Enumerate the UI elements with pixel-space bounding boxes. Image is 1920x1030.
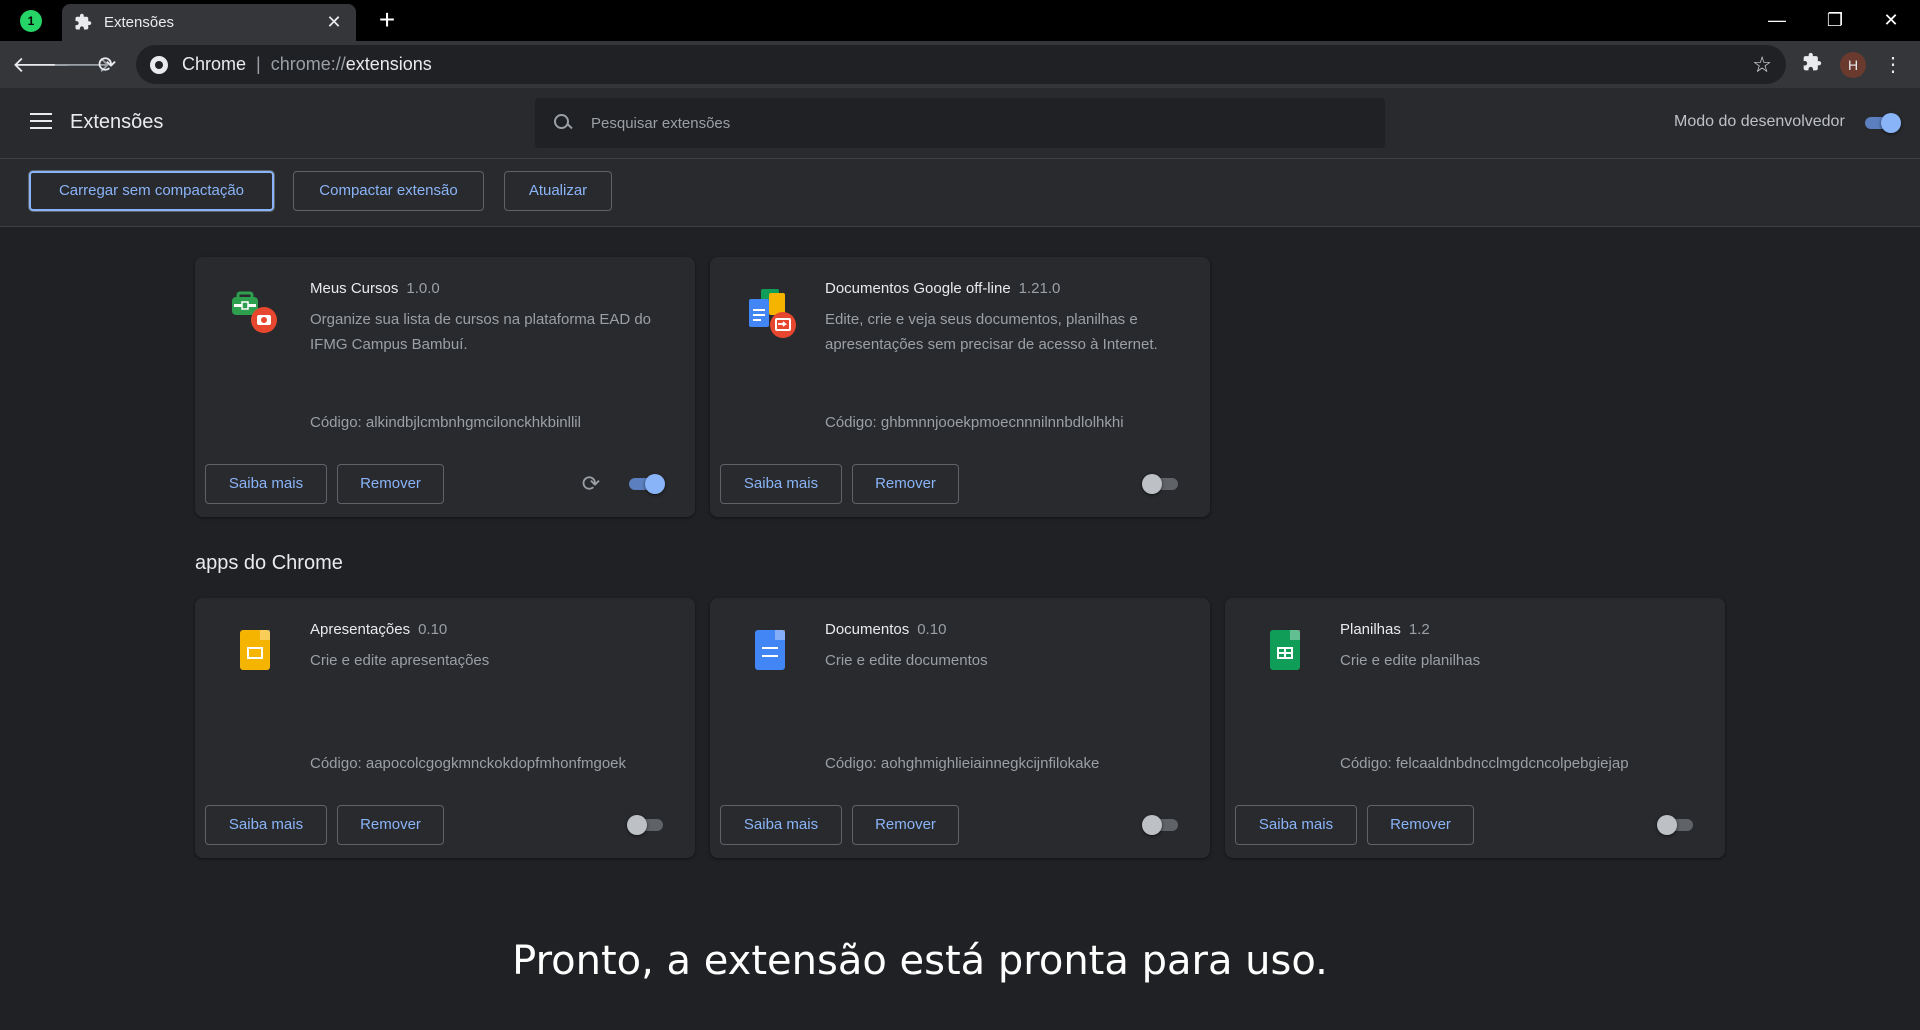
app-card-slides: Apresentações 0.10 Crie e edite apresenta… <box>195 598 695 858</box>
app-id: Código: felcaaldnbdncclmgdcncolpebgiejap <box>1340 755 1629 772</box>
enable-toggle[interactable] <box>627 473 665 495</box>
extension-name-line: Documentos Google off-line 1.21.0 <box>825 280 1060 297</box>
enable-toggle[interactable] <box>627 814 665 836</box>
url-scheme: chrome:// <box>270 54 346 74</box>
update-button[interactable]: Atualizar <box>504 171 612 211</box>
enable-toggle[interactable] <box>1657 814 1695 836</box>
extensions-puzzle-icon[interactable] <box>1799 52 1825 78</box>
tab-extensions[interactable]: Extensões ✕ <box>62 4 356 41</box>
app-name: Planilhas <box>1340 621 1401 638</box>
remove-button[interactable]: Remover <box>852 464 959 504</box>
bookmark-star-icon[interactable]: ☆ <box>1752 52 1772 78</box>
app-name: Apresentações <box>310 621 411 638</box>
details-button[interactable]: Saiba mais <box>720 464 842 504</box>
slides-icon <box>230 628 286 684</box>
card-footer: Saiba mais Remover ⟳ <box>195 447 695 517</box>
url-path: extensions <box>345 54 432 74</box>
apps-section-title: apps do Chrome <box>195 552 343 574</box>
app-description: Crie e edite documentos <box>825 652 988 669</box>
omnibox-chip: Chrome <box>182 54 247 74</box>
address-bar[interactable]: Chrome | chrome:// extensions ☆ <box>136 45 1786 84</box>
app-description: Crie e edite planilhas <box>1340 652 1481 669</box>
search-icon <box>553 113 573 133</box>
minimize-button[interactable]: — <box>1748 0 1806 41</box>
extension-name: Meus Cursos <box>310 280 399 297</box>
card-footer: Saiba mais Remover <box>195 788 695 858</box>
card-footer: Saiba mais Remover <box>710 447 1210 517</box>
meus-cursos-icon <box>230 287 286 343</box>
extension-card-meus-cursos: Meus Cursos 1.0.0 Organize sua lista de c… <box>195 257 695 517</box>
tab-strip: Extensões ✕ + — ❐ ✕ <box>0 0 1920 41</box>
extension-id: Código: ghbmnnjooekpmoecnnnilnnbdlolhkhi <box>825 414 1124 431</box>
extension-version: 1.21.0 <box>1018 280 1061 297</box>
enable-toggle[interactable] <box>1142 473 1180 495</box>
extensions-header: Extensões Modo do desenvolvedor <box>0 88 1920 159</box>
details-button[interactable]: Saiba mais <box>1235 805 1357 845</box>
search-box[interactable] <box>535 98 1385 148</box>
close-window-button[interactable]: ✕ <box>1862 0 1920 41</box>
extension-id: Código: alkindbjlcmbnhgmcilonckhkbinllil <box>310 414 581 431</box>
extension-card-docs-offline: Documentos Google off-line 1.21.0 Edite, … <box>710 257 1210 517</box>
remove-button[interactable]: Remover <box>852 805 959 845</box>
remove-button[interactable]: Remover <box>337 464 444 504</box>
developer-action-bar: Carregar sem compactação Compactar exten… <box>0 159 1920 227</box>
app-id: Código: aapocolcgogkmnckokdopfmhonfmgoek <box>310 755 627 772</box>
remove-button[interactable]: Remover <box>1367 805 1474 845</box>
video-caption: Pronto, a extensão está pronta para uso. <box>512 938 1328 984</box>
extension-name: Documentos Google off-line <box>825 280 1011 297</box>
dev-mode-toggle[interactable] <box>1863 112 1901 134</box>
app-name-line: Planilhas 1.2 <box>1340 621 1430 638</box>
browser-toolbar: 🡐 🡒 ⟳ Chrome | chrome:// extensions ☆ ⋮ <box>0 41 1920 88</box>
enable-toggle[interactable] <box>1142 814 1180 836</box>
back-button[interactable]: 🡐 <box>12 50 71 80</box>
hamburger-menu-icon[interactable] <box>30 113 52 131</box>
details-button[interactable]: Saiba mais <box>720 805 842 845</box>
docs-offline-icon <box>745 287 801 343</box>
reload-extension-icon[interactable]: ⟳ <box>577 470 605 498</box>
extension-version: 1.0.0 <box>406 280 440 297</box>
app-version: 0.10 <box>917 621 947 638</box>
chrome-icon <box>150 55 168 74</box>
app-description: Crie e edite apresentações <box>310 652 490 669</box>
pinned-tab-whatsapp[interactable] <box>0 0 62 41</box>
search-input[interactable] <box>591 114 1291 132</box>
extension-name-line: Meus Cursos 1.0.0 <box>310 280 440 297</box>
extension-description: Organize sua lista de cursos na platafor… <box>310 311 652 353</box>
app-id: Código: aohghmighlieiainnegkcijnfilokake <box>825 755 1100 772</box>
omnibox-separator: | <box>256 54 261 74</box>
docs-icon <box>745 628 801 684</box>
remove-button[interactable]: Remover <box>337 805 444 845</box>
puzzle-icon <box>74 13 94 33</box>
page-title: Extensões <box>70 111 164 133</box>
menu-kebab-icon[interactable]: ⋮ <box>1880 52 1906 78</box>
card-footer: Saiba mais Remover <box>710 788 1210 858</box>
load-unpacked-button[interactable]: Carregar sem compactação <box>29 171 274 211</box>
tab-close-icon[interactable]: ✕ <box>324 12 344 33</box>
card-footer: Saiba mais Remover <box>1225 788 1725 858</box>
new-tab-button[interactable]: + <box>372 6 402 36</box>
app-name-line: Documentos 0.10 <box>825 621 946 638</box>
app-version: 1.2 <box>1408 621 1430 638</box>
app-version: 0.10 <box>418 621 448 638</box>
details-button[interactable]: Saiba mais <box>205 464 327 504</box>
app-name: Documentos <box>825 621 910 638</box>
reload-button[interactable]: ⟳ <box>92 50 122 80</box>
sheets-icon <box>1260 628 1316 684</box>
app-card-sheets: Planilhas 1.2 Crie e edite planilhas Códi… <box>1225 598 1725 858</box>
details-button[interactable]: Saiba mais <box>205 805 327 845</box>
forward-button[interactable]: 🡒 <box>52 50 111 80</box>
app-name-line: Apresentações 0.10 <box>310 621 447 638</box>
tab-title: Extensões <box>104 14 175 31</box>
dev-mode-label: Modo do desenvolvedor <box>1674 113 1845 130</box>
restore-button[interactable]: ❐ <box>1806 0 1864 41</box>
whatsapp-icon <box>20 9 42 32</box>
pack-extension-button[interactable]: Compactar extensão <box>293 171 484 211</box>
profile-avatar[interactable]: H <box>1840 52 1866 78</box>
app-card-docs: Documentos 0.10 Crie e edite documentos C… <box>710 598 1210 858</box>
extension-description: Edite, crie e veja seus documentos, plan… <box>825 311 1158 353</box>
